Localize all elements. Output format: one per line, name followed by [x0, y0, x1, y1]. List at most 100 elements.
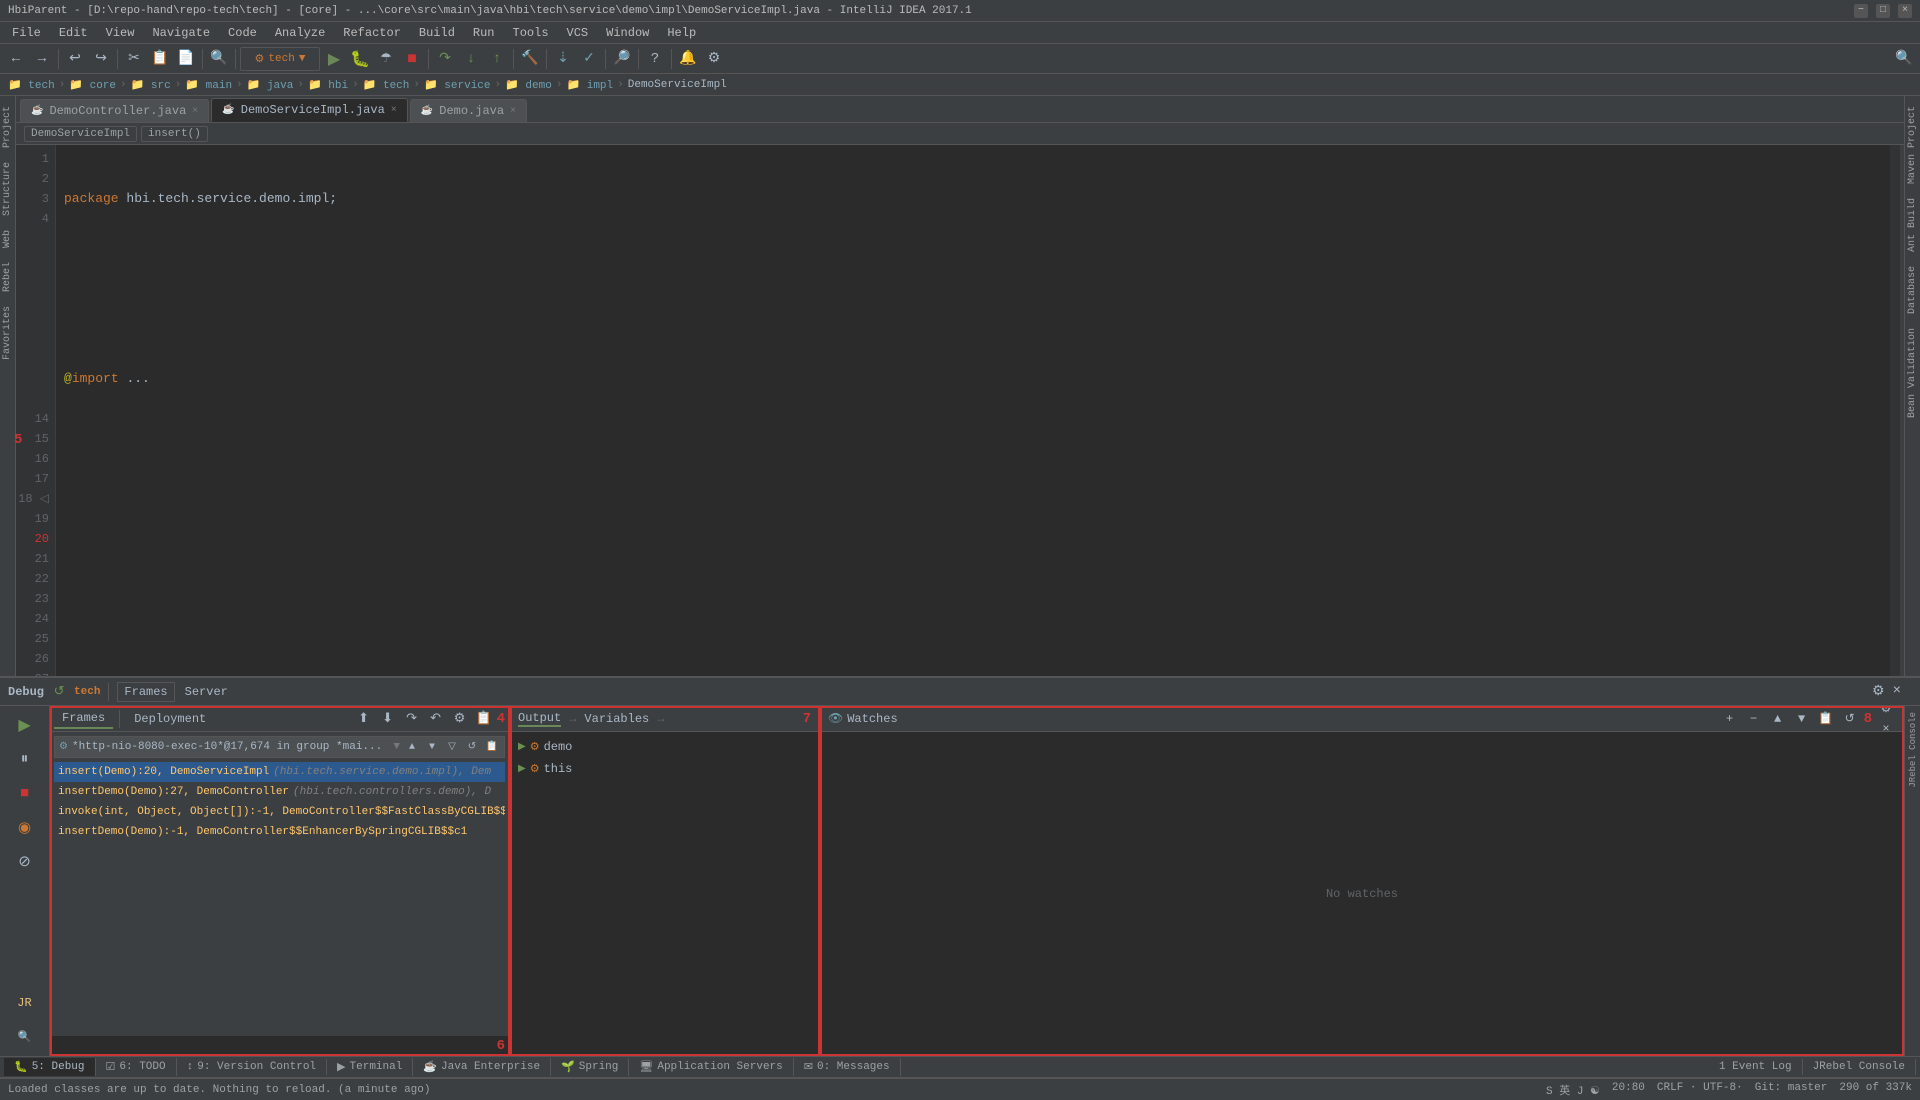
web-panel-label[interactable]: Web — [0, 224, 15, 254]
watch-add-button[interactable]: + — [1720, 709, 1740, 729]
thread-restore[interactable]: ↺ — [464, 739, 480, 755]
frames-btn-2[interactable]: ⬇ — [377, 708, 399, 730]
frames-btn-4[interactable]: ↶ — [425, 708, 447, 730]
btab-messages[interactable]: ✉ 0: Messages — [794, 1058, 901, 1076]
status-ime[interactable]: S 英 J ☯ — [1546, 1082, 1600, 1098]
menu-build[interactable]: Build — [411, 24, 463, 42]
bc-core[interactable]: 📁 core — [69, 78, 116, 92]
status-encoding[interactable]: CRLF · UTF-8· — [1657, 1082, 1743, 1098]
search-everywhere-button[interactable]: 🔍 — [1892, 47, 1916, 71]
var-item-demo[interactable]: ▶ ⚙ demo — [514, 736, 815, 758]
forward-button[interactable]: → — [30, 47, 54, 71]
find-usages-button[interactable]: 🔎 — [610, 47, 634, 71]
redo-button[interactable]: ↪ — [89, 47, 113, 71]
debug-frames-tab[interactable]: Frames — [117, 682, 174, 702]
editor-minimap[interactable] — [1890, 145, 1904, 676]
minimize-button[interactable]: − — [1854, 4, 1868, 18]
pause-button[interactable]: ⏸ — [10, 744, 40, 774]
jrebel-console-label[interactable]: JRebel Console — [1906, 706, 1920, 794]
frame-item-0[interactable]: insert(Demo):20, DemoServiceImpl (hbi.te… — [54, 762, 505, 782]
menu-code[interactable]: Code — [220, 24, 265, 42]
menu-file[interactable]: File — [4, 24, 49, 42]
settings-button[interactable]: ⚙ — [702, 47, 726, 71]
bc-java[interactable]: 📁 java — [247, 78, 294, 92]
var-item-this[interactable]: ▶ ⚙ this — [514, 758, 815, 780]
watch-copy-button[interactable]: 📋 — [1816, 709, 1836, 729]
back-button[interactable]: ← — [4, 47, 28, 71]
menu-window[interactable]: Window — [598, 24, 657, 42]
vcs-commit-button[interactable]: ✓ — [577, 47, 601, 71]
close-button[interactable]: × — [1898, 4, 1912, 18]
btab-jrebel-console[interactable]: JRebel Console — [1803, 1059, 1916, 1075]
structure-panel-label[interactable]: Structure — [0, 156, 15, 222]
maximize-button[interactable]: □ — [1876, 4, 1890, 18]
debug-close-button[interactable]: × — [1890, 681, 1904, 702]
frame-item-2[interactable]: invoke(int, Object, Object[]):-1, DemoCo… — [54, 802, 505, 822]
coverage-button[interactable]: ☂ — [374, 47, 398, 71]
run-button[interactable]: ▶ — [322, 47, 346, 71]
watch-remove-button[interactable]: − — [1744, 709, 1764, 729]
bc-impl[interactable]: 📁 impl — [566, 78, 613, 92]
menu-edit[interactable]: Edit — [51, 24, 96, 42]
status-line[interactable]: 20:80 — [1612, 1082, 1645, 1098]
frames-btn-6[interactable]: 📋 — [473, 708, 495, 730]
rebel-panel-label[interactable]: Rebel — [0, 256, 15, 298]
tab-demo[interactable]: ☕ Demo.java × — [410, 99, 527, 122]
search-button[interactable]: 🔍 — [207, 47, 231, 71]
project-panel-label[interactable]: Project — [0, 100, 15, 154]
ant-build-label[interactable]: Ant Build — [1905, 192, 1920, 258]
thread-expand[interactable]: ▼ — [393, 741, 400, 753]
btab-spring[interactable]: 🌱 Spring — [551, 1058, 629, 1076]
favorites-panel-label[interactable]: Favorites — [0, 300, 15, 366]
btab-app-servers[interactable]: 🖥 Application Servers — [629, 1058, 793, 1076]
output-tab[interactable]: Output — [518, 711, 561, 727]
watches-settings-button[interactable]: ⚙ — [1876, 706, 1896, 719]
status-loc[interactable]: 290 of 337k — [1839, 1082, 1912, 1098]
build-button[interactable]: 🔨 — [518, 47, 542, 71]
bc-src[interactable]: 📁 src — [131, 78, 171, 92]
btab-debug[interactable]: 🐛 5: Debug — [4, 1058, 96, 1076]
menu-navigate[interactable]: Navigate — [144, 24, 218, 42]
btab-terminal[interactable]: ▶ Terminal — [327, 1058, 413, 1076]
copy-button[interactable]: 📋 — [148, 47, 172, 71]
menu-refactor[interactable]: Refactor — [335, 24, 409, 42]
menu-analyze[interactable]: Analyze — [267, 24, 333, 42]
bc-file[interactable]: DemoServiceImpl — [628, 79, 727, 91]
menu-vcs[interactable]: VCS — [559, 24, 597, 42]
status-git[interactable]: Git: master — [1755, 1082, 1828, 1098]
btab-java-enterprise[interactable]: ☕ Java Enterprise — [413, 1058, 551, 1076]
notifications-button[interactable]: 🔔 — [676, 47, 700, 71]
var-expand-this[interactable]: ▶ — [518, 763, 526, 775]
variables-tab[interactable]: Variables — [584, 712, 649, 726]
debug-settings-button[interactable]: ⚙ — [1869, 681, 1888, 702]
bean-validation-label[interactable]: Bean Validation — [1905, 322, 1920, 424]
btab-event-log[interactable]: 1 Event Log — [1709, 1059, 1803, 1075]
debug-button[interactable]: 🐛 — [348, 47, 372, 71]
bc-tech[interactable]: 📁 tech — [8, 78, 55, 92]
bc-tech2[interactable]: 📁 tech — [363, 78, 410, 92]
editor-bc-method[interactable]: insert() — [141, 126, 208, 142]
thread-up[interactable]: ▲ — [404, 739, 420, 755]
run-dropdown[interactable]: ⚙ tech ▼ — [240, 47, 320, 71]
btab-vc[interactable]: ↕ 9: Version Control — [177, 1059, 327, 1075]
thread-down[interactable]: ▼ — [424, 739, 440, 755]
paste-button[interactable]: 📄 — [174, 47, 198, 71]
frames-tab[interactable]: Frames — [54, 709, 113, 729]
frame-item-3[interactable]: insertDemo(Demo):-1, DemoController$$Enh… — [54, 822, 505, 842]
jrebel-button[interactable]: JR — [10, 988, 40, 1018]
stop-button[interactable]: ■ — [400, 47, 424, 71]
watch-down-button[interactable]: ▼ — [1792, 709, 1812, 729]
undo-button[interactable]: ↩ — [63, 47, 87, 71]
menu-tools[interactable]: Tools — [505, 24, 557, 42]
maven-project-label[interactable]: Maven Project — [1905, 100, 1920, 190]
resume-button[interactable]: ▶ — [10, 710, 40, 740]
bc-service[interactable]: 📁 service — [424, 78, 491, 92]
frame-item-1[interactable]: insertDemo(Demo):27, DemoController (hbi… — [54, 782, 505, 802]
tab-demoserviceimpl[interactable]: ☕ DemoServiceImpl.java × — [211, 98, 408, 122]
debug-extra-1[interactable]: 🔍 — [10, 1022, 40, 1052]
database-label[interactable]: Database — [1905, 260, 1920, 320]
var-expand-demo[interactable]: ▶ — [518, 741, 526, 753]
frames-btn-5[interactable]: ⚙ — [449, 708, 471, 730]
tab-demo-close[interactable]: × — [510, 106, 516, 117]
cut-button[interactable]: ✂ — [122, 47, 146, 71]
